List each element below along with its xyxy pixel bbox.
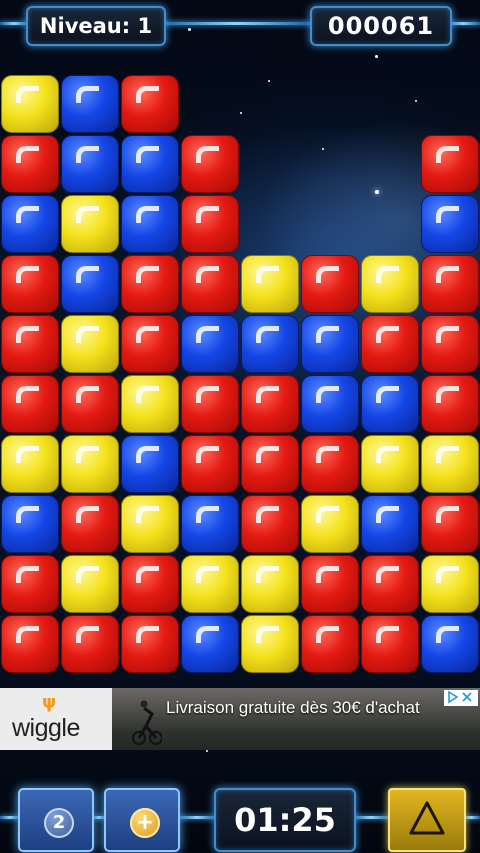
yellow-block[interactable] bbox=[121, 495, 179, 553]
red-block[interactable] bbox=[421, 375, 479, 433]
add-icon: + bbox=[130, 808, 160, 838]
red-block[interactable] bbox=[361, 315, 419, 373]
add-coins-button[interactable]: + bbox=[104, 788, 180, 852]
hint-button[interactable]: 2 bbox=[18, 788, 94, 852]
red-block[interactable] bbox=[1, 315, 59, 373]
blue-block[interactable] bbox=[361, 375, 419, 433]
red-block[interactable] bbox=[241, 495, 299, 553]
red-block[interactable] bbox=[181, 135, 239, 193]
ad-text: Livraison gratuite dès 30€ d'achat bbox=[166, 698, 420, 717]
yellow-block[interactable] bbox=[1, 75, 59, 133]
score-counter: 000061 bbox=[310, 6, 452, 46]
hud-line-left bbox=[0, 22, 28, 25]
red-block[interactable] bbox=[1, 255, 59, 313]
warning-button[interactable] bbox=[388, 788, 466, 852]
blue-block[interactable] bbox=[301, 315, 359, 373]
star bbox=[206, 750, 208, 752]
yellow-block[interactable] bbox=[301, 495, 359, 553]
yellow-block[interactable] bbox=[241, 615, 299, 673]
red-block[interactable] bbox=[121, 255, 179, 313]
red-block[interactable] bbox=[301, 615, 359, 673]
hud-line-bottom-mid3 bbox=[352, 816, 390, 819]
red-block[interactable] bbox=[61, 615, 119, 673]
blue-block[interactable] bbox=[121, 195, 179, 253]
red-block[interactable] bbox=[241, 375, 299, 433]
wiggle-mark-icon: ψ bbox=[42, 692, 57, 713]
blue-block[interactable] bbox=[1, 495, 59, 553]
red-block[interactable] bbox=[181, 255, 239, 313]
red-block[interactable] bbox=[301, 435, 359, 493]
red-block[interactable] bbox=[301, 255, 359, 313]
red-block[interactable] bbox=[1, 135, 59, 193]
game-screen: Niveau: 1 000061 ψ wiggle Livraison grat… bbox=[0, 0, 480, 853]
hud-line-bottom-left bbox=[0, 816, 20, 819]
blue-block[interactable] bbox=[181, 315, 239, 373]
red-block[interactable] bbox=[181, 375, 239, 433]
red-block[interactable] bbox=[121, 315, 179, 373]
red-block[interactable] bbox=[121, 75, 179, 133]
red-block[interactable] bbox=[361, 615, 419, 673]
red-block[interactable] bbox=[421, 315, 479, 373]
red-block[interactable] bbox=[121, 555, 179, 613]
ad-brand: wiggle bbox=[12, 714, 80, 742]
red-block[interactable] bbox=[1, 375, 59, 433]
yellow-block[interactable] bbox=[361, 255, 419, 313]
hud-line-bottom-mid2 bbox=[178, 816, 216, 819]
ad-logo: ψ wiggle bbox=[0, 688, 112, 750]
hud-line-middle bbox=[160, 22, 312, 25]
red-block[interactable] bbox=[181, 195, 239, 253]
red-block[interactable] bbox=[241, 435, 299, 493]
red-block[interactable] bbox=[181, 435, 239, 493]
red-block[interactable] bbox=[1, 615, 59, 673]
yellow-block[interactable] bbox=[61, 555, 119, 613]
hint-count: 2 bbox=[44, 808, 74, 838]
red-block[interactable] bbox=[421, 255, 479, 313]
blue-block[interactable] bbox=[241, 315, 299, 373]
yellow-block[interactable] bbox=[61, 195, 119, 253]
blue-block[interactable] bbox=[421, 195, 479, 253]
blue-block[interactable] bbox=[61, 75, 119, 133]
yellow-block[interactable] bbox=[421, 555, 479, 613]
ad-banner[interactable]: ψ wiggle Livraison gratuite dès 30€ d'ac… bbox=[0, 688, 480, 750]
red-block[interactable] bbox=[301, 555, 359, 613]
triangle-icon bbox=[409, 801, 445, 835]
bottom-hud: 2 + 01:25 bbox=[0, 760, 480, 853]
yellow-block[interactable] bbox=[1, 435, 59, 493]
red-block[interactable] bbox=[361, 555, 419, 613]
yellow-block[interactable] bbox=[361, 435, 419, 493]
cyclist-image bbox=[132, 700, 162, 745]
level-indicator: Niveau: 1 bbox=[26, 6, 166, 46]
red-block[interactable] bbox=[61, 495, 119, 553]
yellow-block[interactable] bbox=[241, 555, 299, 613]
blue-block[interactable] bbox=[361, 495, 419, 553]
red-block[interactable] bbox=[421, 495, 479, 553]
yellow-block[interactable] bbox=[61, 435, 119, 493]
blue-block[interactable] bbox=[181, 495, 239, 553]
adchoices-icon[interactable] bbox=[444, 690, 478, 706]
star bbox=[375, 55, 378, 58]
game-board bbox=[0, 74, 480, 674]
timer: 01:25 bbox=[214, 788, 356, 852]
yellow-block[interactable] bbox=[121, 375, 179, 433]
blue-block[interactable] bbox=[181, 615, 239, 673]
yellow-block[interactable] bbox=[61, 315, 119, 373]
blue-block[interactable] bbox=[121, 135, 179, 193]
yellow-block[interactable] bbox=[241, 255, 299, 313]
yellow-block[interactable] bbox=[181, 555, 239, 613]
blue-block[interactable] bbox=[121, 435, 179, 493]
blue-block[interactable] bbox=[61, 135, 119, 193]
red-block[interactable] bbox=[61, 375, 119, 433]
blue-block[interactable] bbox=[1, 195, 59, 253]
red-block[interactable] bbox=[1, 555, 59, 613]
blue-block[interactable] bbox=[61, 255, 119, 313]
yellow-block[interactable] bbox=[421, 435, 479, 493]
red-block[interactable] bbox=[121, 615, 179, 673]
blue-block[interactable] bbox=[301, 375, 359, 433]
red-block[interactable] bbox=[421, 135, 479, 193]
blue-block[interactable] bbox=[421, 615, 479, 673]
top-hud: Niveau: 1 000061 bbox=[0, 0, 480, 48]
